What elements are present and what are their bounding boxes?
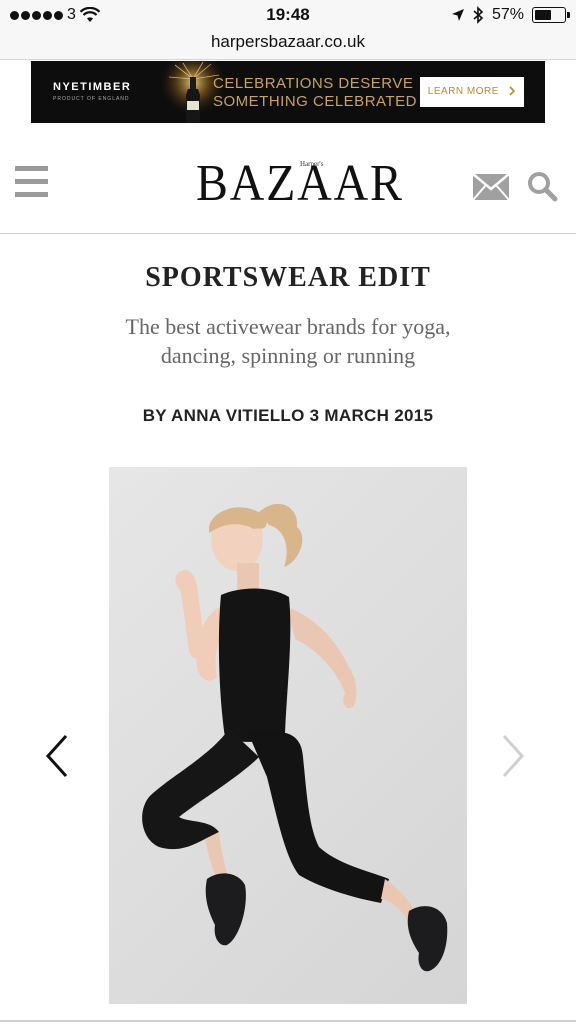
chevron-right-icon	[509, 86, 516, 96]
ad-headline-line2: SOMETHING CELEBRATED	[213, 93, 417, 110]
article-byline: BY ANNA VITIELLO 3 MARCH 2015	[142, 406, 434, 425]
status-bar: 3 19:48 57%	[0, 0, 576, 30]
runner-photo	[142, 503, 448, 972]
ad-headline-line1: CELEBRATIONS DESERVE	[213, 75, 414, 92]
site-logo[interactable]: Harper's BAZAAR	[196, 154, 422, 214]
url-text[interactable]: harpersbazaar.co.uk	[211, 32, 365, 51]
search-icon[interactable]	[526, 170, 558, 202]
divider	[0, 1020, 576, 1022]
logo-text: BAZAAR	[196, 155, 404, 212]
ad-brand-sub: PRODUCT OF ENGLAND	[53, 96, 130, 102]
mail-icon[interactable]	[472, 172, 510, 202]
site-header: Harper's BAZAAR	[0, 124, 576, 234]
gallery-image[interactable]	[109, 467, 467, 1004]
location-arrow-icon	[451, 9, 464, 21]
chevron-right-icon[interactable]	[496, 730, 528, 782]
ad-brand: NYETIMBER	[53, 81, 132, 93]
address-bar[interactable]: harpersbazaar.co.uk	[0, 30, 576, 60]
learn-more-label: LEARN MORE	[427, 86, 499, 97]
article-title: SPORTSWEAR EDIT	[145, 262, 431, 293]
hamburger-menu-icon[interactable]	[15, 166, 48, 197]
learn-more-button[interactable]: LEARN MORE	[420, 77, 524, 107]
battery-level	[535, 10, 551, 20]
battery-icon	[532, 7, 570, 23]
ad-headline: CELEBRATIONS DESERVE SOMETHING CELEBRATE…	[213, 75, 417, 111]
ad-banner[interactable]: NYETIMBER PRODUCT OF ENGLAND CELEBRATION…	[31, 61, 545, 123]
chevron-left-icon[interactable]	[40, 730, 72, 782]
article-subtitle: The best activewear brands for yoga, dan…	[125, 314, 451, 368]
battery-percent: 57%	[491, 6, 524, 23]
status-right: 57%	[451, 6, 570, 24]
bluetooth-icon	[473, 6, 484, 24]
